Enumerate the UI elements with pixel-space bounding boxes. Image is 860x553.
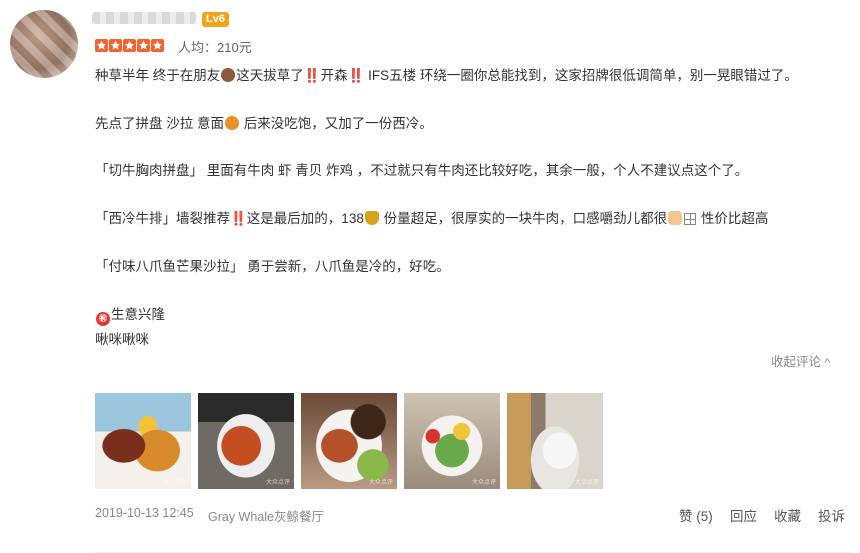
photo-thumbnail[interactable]: 大众点评: [404, 393, 500, 489]
review-line: 种草半年 终于在朋友 这天拔草了‼️开森‼️ IFS五楼 环绕一圈你总能找到，这家…: [95, 66, 798, 86]
review-line: 「切牛胸肉拼盘」 里面有牛肉 虾 青贝 炸鸡 ，不过就只有牛肉还比较好吃，其余一…: [95, 161, 748, 181]
star-icon: [137, 39, 150, 52]
user-avatar[interactable]: [10, 10, 78, 78]
average-price: 人均：210元: [178, 40, 252, 55]
review-text: 性价比超高: [697, 211, 769, 226]
collapse-review-link[interactable]: 收起评论 ^: [771, 351, 830, 370]
review-text: 生意兴隆: [111, 307, 165, 322]
rating-stars: [95, 39, 164, 52]
review-line: 啾咪啾咪: [95, 330, 149, 350]
star-icon: [109, 39, 122, 52]
cake-emoji-icon: [221, 68, 236, 82]
photo-thumbnail[interactable]: 大众点评: [198, 393, 294, 489]
review-text: 后来没吃饱，又加了一份西冷。: [240, 116, 433, 131]
favorite-button[interactable]: 收藏: [774, 505, 801, 525]
review-text: 「付味八爪鱼芒果沙拉」 勇于尝新，八爪鱼是冷的，好吃。: [95, 259, 450, 274]
review-date: 2019-10-13 12:45: [95, 506, 194, 520]
review-line: 「西冷牛排」墙裂推荐‼️这是最后加的，138 份量超足，很厚实的一块牛肉，口感嚼…: [95, 209, 768, 229]
photo-watermark: 大众点评: [471, 480, 496, 486]
photo-thumbnail[interactable]: 大众点评: [507, 393, 603, 489]
reply-button[interactable]: 回应: [730, 505, 757, 525]
review-line: 「付味八爪鱼芒果沙拉」 勇于尝新，八爪鱼是冷的，好吃。: [95, 257, 450, 277]
star-icon: [151, 39, 164, 52]
photo-thumbnail[interactable]: 大众点评: [301, 393, 397, 489]
review-line: 先点了拼盘 沙拉 意面 后来没吃饱，又加了一份西冷。: [95, 114, 433, 134]
review-text: 啾咪啾咪: [95, 332, 149, 347]
photo-watermark: 大众点评: [265, 480, 290, 486]
username-blurred[interactable]: [92, 12, 196, 24]
photo-thumbnail[interactable]: 大众点评: [95, 393, 191, 489]
review-text: 「切牛胸肉拼盘」 里面有牛肉 虾 青贝 炸鸡 ，不过就只有牛肉还比较好吃，其余一…: [95, 163, 749, 178]
pasta-emoji-icon: [225, 116, 240, 130]
fortune-emoji-icon: ㊗: [96, 312, 110, 326]
review-text: 份量超足，很厚实的一块牛肉，口感嚼劲儿都很: [379, 211, 668, 226]
shop-name-link[interactable]: Gray Whale灰鲸餐厅: [208, 506, 324, 525]
report-button[interactable]: 投诉: [818, 505, 845, 525]
thumbs-up-emoji-icon: [668, 211, 683, 225]
review-text: 这天拔草了‼️开森‼️ IFS五楼 环绕一圈你总能找到，这家招牌很低调简单，别一…: [236, 68, 798, 83]
review-text: 种草半年 终于在朋友: [95, 68, 221, 83]
grid-emoji-icon: [684, 213, 697, 225]
star-icon: [95, 39, 108, 52]
like-button[interactable]: 赞 (5): [679, 505, 713, 525]
user-level-badge: Lv6: [202, 12, 229, 27]
review-photos: 大众点评 大众点评 大众点评 大众点评 大众点评: [95, 393, 603, 489]
review-text: 「西冷牛排」墙裂推荐‼️这是最后加的，138: [95, 211, 364, 226]
collapse-label: 收起评论: [771, 355, 822, 369]
photo-watermark: 大众点评: [574, 480, 599, 486]
chevron-up-icon: ^: [824, 358, 831, 369]
star-icon: [123, 39, 136, 52]
review-line: ㊗生意兴隆: [95, 305, 165, 326]
photo-watermark: 大众点评: [368, 480, 393, 486]
money-bag-emoji-icon: [364, 211, 379, 225]
photo-watermark: 大众点评: [162, 480, 187, 486]
review-text: 先点了拼盘 沙拉 意面: [95, 116, 225, 131]
